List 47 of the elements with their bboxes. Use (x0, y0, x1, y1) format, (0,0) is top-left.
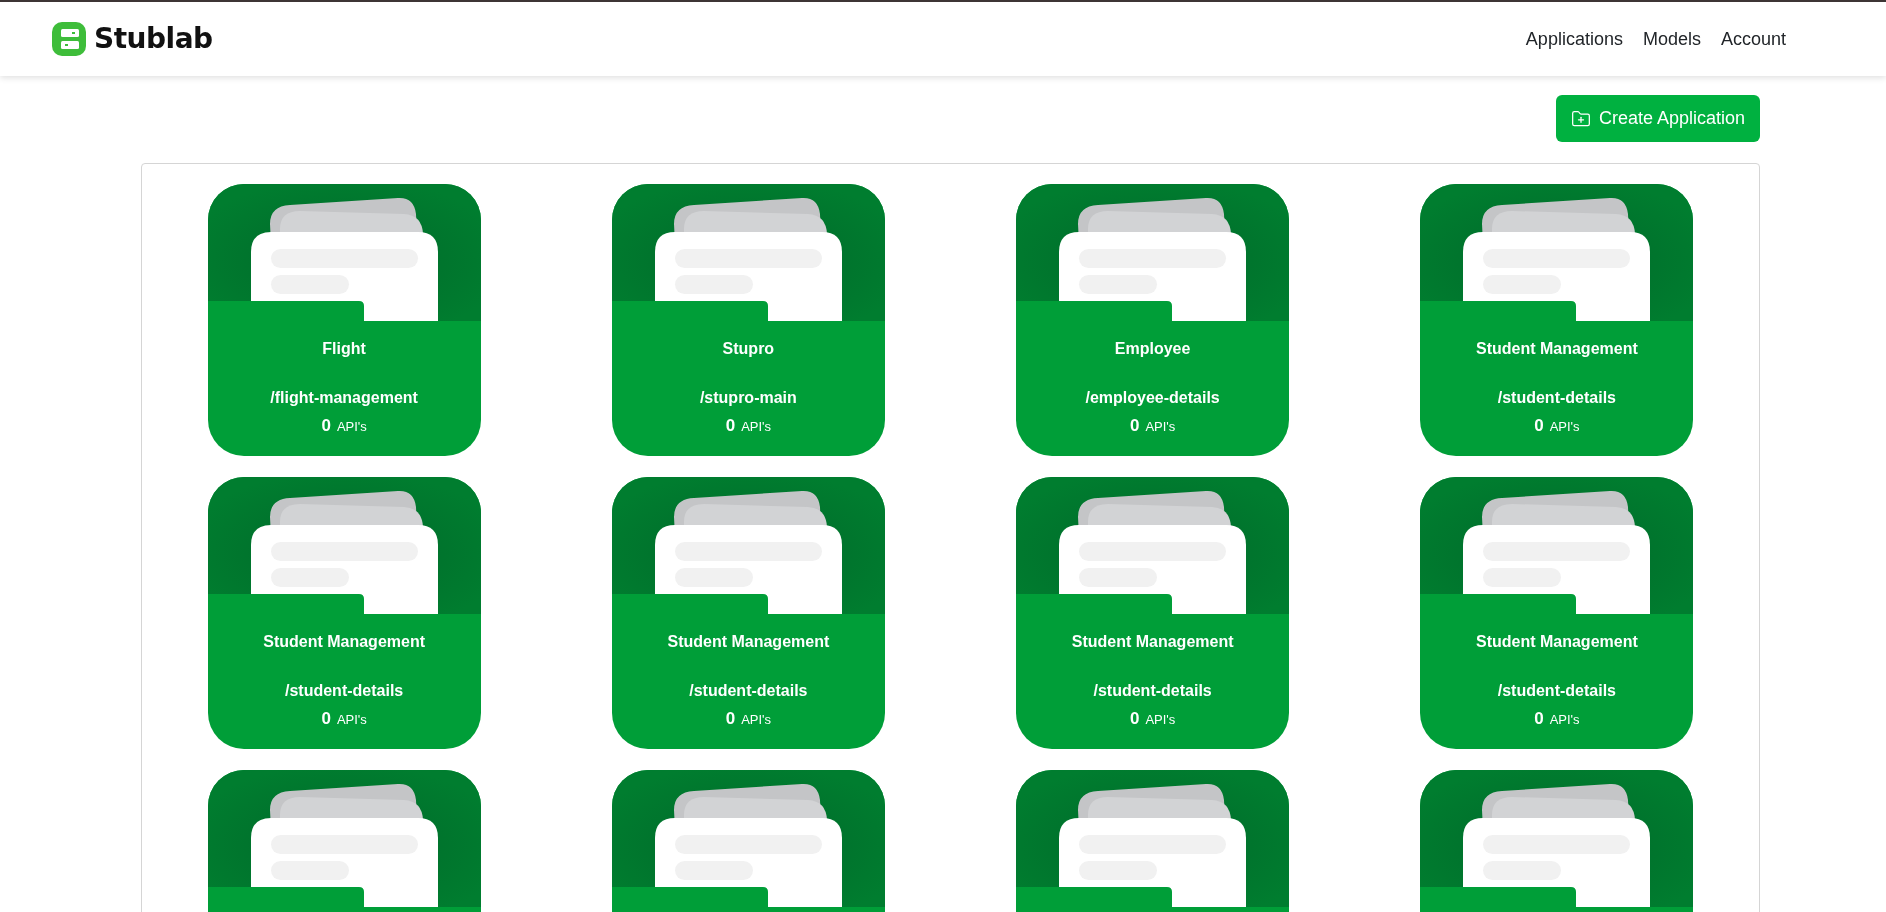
app-path: /student-details (689, 681, 808, 701)
nav-link[interactable]: Account (1720, 25, 1786, 53)
api-count: 0 (1534, 416, 1544, 436)
app-card[interactable]: Stupro /stupro-main 0 API's (611, 184, 885, 456)
api-label: API's (1145, 418, 1176, 436)
app-card[interactable]: Student Management /student-details 0 API's (1016, 477, 1290, 749)
nav-link[interactable]: Applications (1525, 25, 1623, 53)
app-card[interactable]: Flight /flight-management 0 API's (207, 184, 481, 456)
app-path: /student-details (1093, 681, 1212, 701)
app-path: /student-details (285, 681, 404, 701)
api-count: 0 (725, 709, 736, 729)
app-card[interactable]: Employee /employee-details 0 API's (1016, 184, 1290, 456)
app-name: Student Management (667, 632, 830, 652)
api-label: API's (1549, 711, 1580, 729)
app-card[interactable]: Student Management /student-details 0 API's (1420, 477, 1694, 749)
app-path: /stupro-main (699, 388, 797, 408)
app-path: /flight-management (270, 388, 418, 408)
nav-link[interactable]: Models (1642, 25, 1701, 53)
app-card[interactable]: Student Management /student-details 0 API's (1420, 184, 1694, 456)
app-name: Student Management (1071, 632, 1234, 652)
api-label: API's (741, 711, 772, 729)
app-card[interactable]: Student Management /student-details 0 API's (207, 477, 481, 749)
app-path: /employee-details (1085, 388, 1220, 408)
api-label: API's (1145, 711, 1176, 729)
api-count: 0 (1129, 709, 1140, 729)
api-label: API's (336, 711, 367, 729)
app-path: /student-details (1497, 388, 1616, 408)
app-path: /student-details (1497, 681, 1616, 701)
create-application-button[interactable]: Create Application (1555, 95, 1760, 142)
api-count: 0 (321, 709, 331, 729)
api-label: API's (336, 418, 367, 436)
api-label: API's (1549, 418, 1580, 436)
api-count: 0 (1129, 416, 1140, 436)
app-name: Flight (322, 339, 366, 359)
app-card[interactable]: Student Management /student-details 0 API's (611, 477, 885, 749)
folder-plus-icon (1570, 108, 1591, 129)
logo-icon (52, 22, 86, 56)
brand-name: Stublab (94, 21, 213, 57)
api-label: API's (741, 418, 772, 436)
app-name: Student Management (1475, 632, 1638, 652)
api-count: 0 (725, 416, 736, 436)
api-count: 0 (321, 416, 331, 436)
app-name: Employee (1114, 339, 1191, 359)
api-count: 0 (1534, 709, 1544, 729)
app-name: Student Management (1475, 339, 1638, 359)
app-name: Stupro (722, 339, 775, 359)
app-name: Student Management (263, 632, 425, 652)
